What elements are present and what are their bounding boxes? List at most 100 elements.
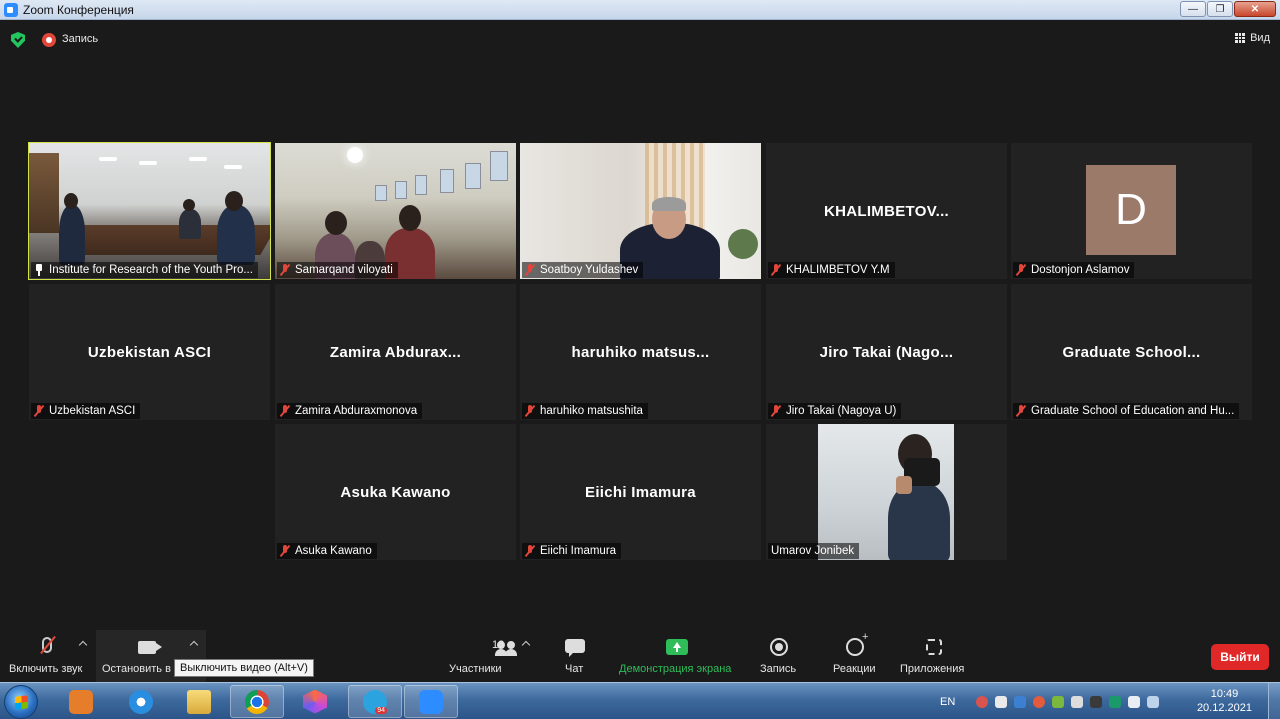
window-title: Zoom Конференция — [23, 2, 134, 17]
muted-mic-icon — [1016, 405, 1026, 417]
participants-button[interactable]: 13 Участники — [440, 630, 520, 682]
taskbar-internet-explorer[interactable] — [114, 685, 168, 718]
participants-count: 13 — [492, 639, 505, 651]
participant-name-label: Institute for Research of the Youth Pro.… — [31, 262, 258, 278]
language-indicator[interactable]: EN — [940, 696, 955, 708]
participant-display-name: KHALIMBETOV... — [823, 203, 950, 220]
participant-display-name: Uzbekistan ASCI — [87, 344, 212, 361]
unmute-label: Включить звук — [9, 663, 83, 675]
video-tile-soatboy[interactable]: Soatboy Yuldashev — [520, 143, 761, 279]
maximize-button[interactable]: ❐ — [1207, 1, 1233, 17]
participants-label: Участники — [449, 663, 502, 675]
muted-mic-icon — [34, 405, 44, 417]
tray-device-icon[interactable] — [995, 695, 1008, 708]
video-tile-graduate-school[interactable]: Graduate School... Graduate School of Ed… — [1011, 284, 1252, 420]
zoom-app-icon — [4, 2, 18, 17]
video-tile-umarov[interactable]: Umarov Jonibek — [766, 424, 1007, 560]
video-tile-uzbekistan-asci[interactable]: Uzbekistan ASCI Uzbekistan ASCI — [29, 284, 270, 420]
grid-view-icon — [1235, 33, 1246, 43]
tray-bluetooth-icon[interactable] — [1109, 695, 1122, 708]
taskbar-office-app[interactable] — [288, 685, 342, 718]
zoom-icon — [419, 689, 443, 714]
participant-name-label: haruhiko matsushita — [522, 403, 648, 419]
chat-button[interactable]: Чат — [550, 630, 600, 682]
shield-icon[interactable] — [11, 32, 25, 48]
record-label: Запись — [760, 663, 797, 675]
video-tile-asuka[interactable]: Asuka Kawano Asuka Kawano — [275, 424, 516, 560]
leave-meeting-button[interactable]: Выйти — [1211, 644, 1269, 670]
participant-video — [520, 143, 761, 279]
tray-app-icon[interactable] — [976, 695, 989, 708]
view-button[interactable]: Вид — [1235, 32, 1270, 44]
video-tile-jiro[interactable]: Jiro Takai (Nago... Jiro Takai (Nagoya U… — [766, 284, 1007, 420]
tray-nvidia-icon[interactable] — [1052, 695, 1065, 708]
close-button[interactable]: ✕ — [1234, 1, 1276, 17]
taskbar-file-explorer[interactable] — [172, 685, 226, 718]
participant-name-label: Zamira Abduraxmonova — [277, 403, 423, 419]
share-screen-button[interactable]: Демонстрация экрана — [612, 630, 742, 682]
participant-video — [275, 143, 516, 279]
participant-display-name: Jiro Takai (Nago... — [819, 344, 954, 361]
system-clock[interactable]: 10:49 20.12.2021 — [1197, 687, 1252, 715]
video-tile-dostonjon[interactable]: D Dostonjon Aslamov — [1011, 143, 1252, 279]
participant-name: Dostonjon Aslamov — [1031, 264, 1130, 276]
muted-mic-icon — [280, 405, 290, 417]
video-tile-eiichi[interactable]: Eiichi Imamura Eiichi Imamura — [520, 424, 761, 560]
video-tile-institute[interactable]: Institute for Research of the Youth Pro.… — [28, 142, 271, 280]
apps-button[interactable]: Приложения — [896, 630, 972, 682]
volume-icon[interactable] — [1147, 695, 1160, 708]
participant-display-name: haruhiko matsus... — [571, 344, 710, 361]
video-tile-haruhiko[interactable]: haruhiko matsus... haruhiko matsushita — [520, 284, 761, 420]
participant-display-name: Zamira Abdurax... — [329, 344, 462, 361]
participant-name: Umarov Jonibek — [771, 545, 855, 557]
tray-flag-icon[interactable] — [1128, 695, 1141, 708]
stop-video-label: Остановить в — [102, 663, 171, 675]
muted-mic-icon — [525, 545, 535, 557]
reactions-icon — [846, 631, 868, 656]
tray-chrome-icon[interactable] — [1033, 695, 1046, 708]
participant-name: Asuka Kawano — [295, 545, 372, 557]
participant-name: Jiro Takai (Nagoya U) — [786, 405, 897, 417]
tray-security-icon[interactable] — [1090, 695, 1103, 708]
participant-name: Institute for Research of the Youth Pro.… — [49, 264, 253, 276]
video-tile-samarqand[interactable]: Samarqand viloyati — [275, 143, 516, 279]
participants-options-chevron-icon[interactable] — [521, 640, 531, 650]
reactions-label: Реакции — [833, 663, 876, 675]
video-tile-khalimbetov[interactable]: KHALIMBETOV... KHALIMBETOV Y.M — [766, 143, 1007, 279]
participant-name-label: Asuka Kawano — [277, 543, 377, 559]
participant-name: KHALIMBETOV Y.M — [786, 264, 890, 276]
participant-name: Graduate School of Education and Hu... — [1031, 405, 1235, 417]
video-tile-zamira[interactable]: Zamira Abdurax... Zamira Abduraxmonova — [275, 284, 516, 420]
file-explorer-icon — [187, 689, 211, 714]
participant-display-name: Graduate School... — [1062, 344, 1201, 361]
muted-mic-icon — [280, 264, 290, 276]
tray-network-icon[interactable] — [1071, 695, 1084, 708]
start-button[interactable] — [4, 685, 38, 719]
muted-mic-icon — [1016, 264, 1026, 276]
chat-icon — [565, 639, 585, 657]
participant-video — [29, 143, 270, 279]
apps-label: Приложения — [900, 663, 965, 675]
zoom-window: Zoom Конференция — ❐ ✕ Запись Вид Instit… — [0, 0, 1280, 719]
reactions-button[interactable]: Реакции — [826, 630, 886, 682]
unmute-button[interactable]: Включить звук — [0, 630, 96, 682]
participant-name: Samarqand viloyati — [295, 264, 393, 276]
avatar: D — [1086, 165, 1176, 255]
view-label: Вид — [1250, 32, 1270, 44]
participant-name-label: Eiichi Imamura — [522, 543, 622, 559]
taskbar-zoom[interactable] — [404, 685, 458, 718]
taskbar-telegram[interactable]: 94 — [348, 685, 402, 718]
system-tray: EN — [940, 683, 1160, 719]
muted-mic-icon — [771, 405, 781, 417]
recording-icon[interactable] — [42, 33, 56, 47]
muted-mic-icon — [525, 264, 535, 276]
minimize-button[interactable]: — — [1180, 1, 1206, 17]
title-bar: Zoom Конференция — ❐ ✕ — [0, 0, 1280, 20]
taskbar-media-player[interactable] — [54, 685, 108, 718]
taskbar-chrome[interactable] — [230, 685, 284, 718]
record-button[interactable]: Запись — [752, 630, 806, 682]
window-controls: — ❐ ✕ — [1180, 1, 1276, 17]
show-desktop-button[interactable] — [1268, 683, 1280, 719]
tray-zoom-icon[interactable] — [1014, 695, 1027, 708]
chrome-icon — [245, 689, 269, 714]
